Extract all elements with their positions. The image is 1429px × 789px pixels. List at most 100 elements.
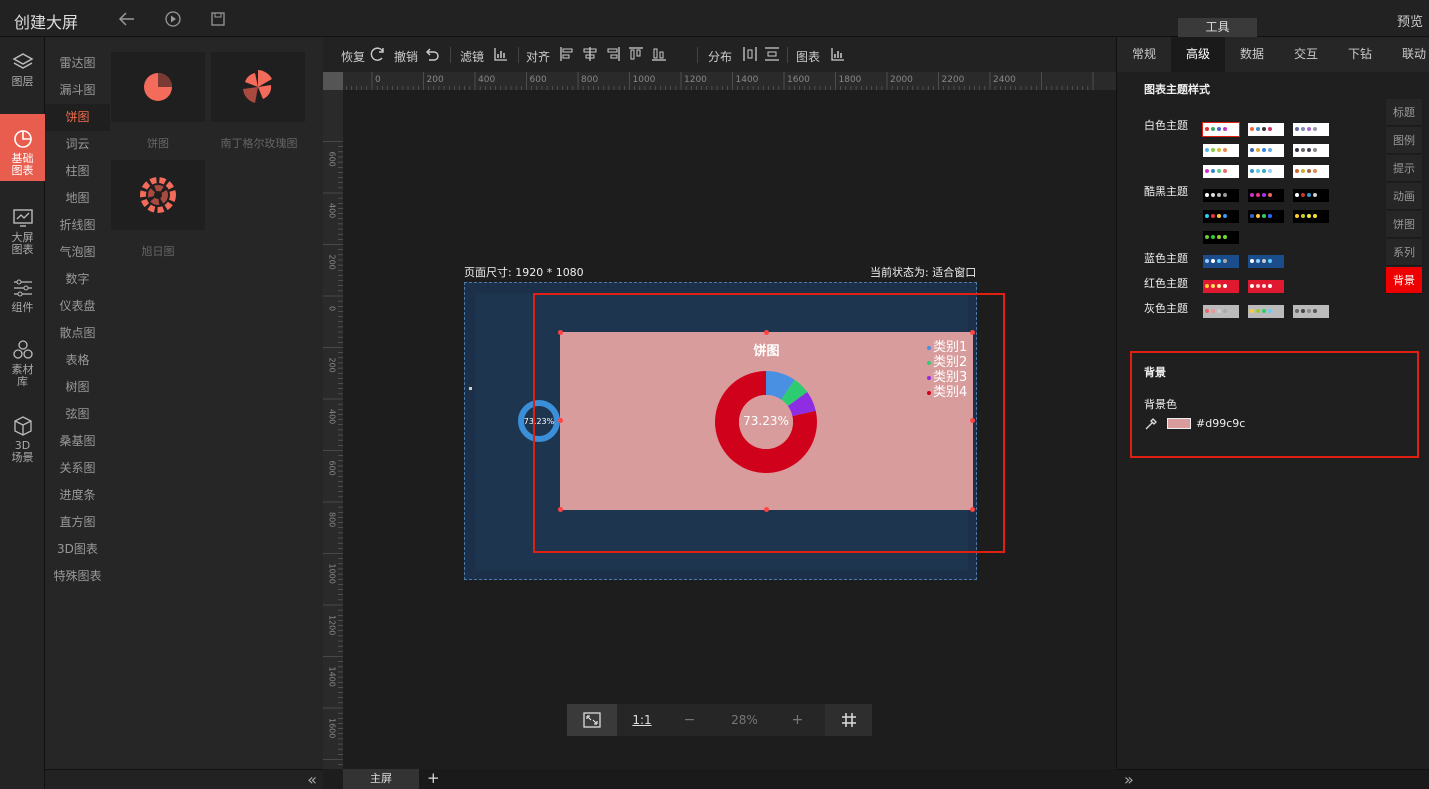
category-item[interactable]: 直方图 [45, 509, 110, 536]
thumb-sunburst[interactable] [111, 160, 205, 230]
category-item[interactable]: 地图 [45, 185, 110, 212]
align-top-icon[interactable] [628, 46, 644, 62]
thumb-pie[interactable] [111, 52, 205, 122]
chart-icon[interactable] [830, 46, 846, 62]
category-item[interactable]: 折线图 [45, 212, 110, 239]
distribute-v-icon[interactable] [764, 46, 780, 62]
theme-swatch[interactable] [1293, 144, 1329, 157]
properties-tab[interactable]: 下钻 [1333, 37, 1387, 72]
ruler-label: 1000 [633, 75, 656, 85]
side-tab[interactable]: 动画 [1386, 183, 1422, 210]
fit-screen-button[interactable] [567, 704, 617, 736]
zoom-in-button[interactable]: + [775, 704, 820, 736]
grid-toggle-button[interactable] [825, 704, 872, 736]
category-item[interactable]: 散点图 [45, 320, 110, 347]
side-tab[interactable]: 提示 [1386, 155, 1422, 182]
iconbar-item-materials[interactable]: 素材库 [0, 333, 45, 393]
one-to-one-button[interactable]: 1:1 [622, 704, 662, 736]
theme-swatch[interactable] [1248, 210, 1284, 223]
collapse-right-icon[interactable]: » [1124, 770, 1134, 789]
back-icon[interactable] [118, 10, 136, 28]
align-right-icon[interactable] [605, 46, 621, 62]
theme-swatch[interactable] [1248, 255, 1284, 268]
side-tab[interactable]: 标题 [1386, 99, 1422, 126]
side-tab[interactable]: 系列 [1386, 239, 1422, 266]
ruler-label: 1400 [736, 75, 759, 85]
align-button[interactable]: 对齐 [526, 48, 550, 65]
chart-button[interactable]: 图表 [796, 48, 820, 65]
save-icon[interactable] [209, 10, 227, 28]
theme-swatch[interactable] [1203, 231, 1239, 244]
iconbar-item-basic-charts[interactable]: 基础图表 [0, 114, 45, 181]
thumb-nightingale[interactable] [211, 52, 305, 122]
play-icon[interactable] [164, 10, 182, 28]
theme-swatch[interactable] [1293, 305, 1329, 318]
category-item[interactable]: 表格 [45, 347, 110, 374]
preview-button[interactable]: 预览 [1397, 11, 1423, 30]
theme-swatch[interactable] [1248, 189, 1284, 202]
theme-swatch[interactable] [1293, 123, 1329, 136]
align-left-icon[interactable] [559, 46, 575, 62]
iconbar-item-layers[interactable]: 图层 [0, 45, 45, 99]
theme-swatch[interactable] [1248, 280, 1284, 293]
properties-tab[interactable]: 数据 [1225, 37, 1279, 72]
category-item[interactable]: 进度条 [45, 482, 110, 509]
category-item[interactable]: 仪表盘 [45, 293, 110, 320]
redo-icon[interactable] [370, 46, 386, 62]
properties-tab[interactable]: 高级 [1171, 37, 1225, 72]
swatch-dot [1295, 309, 1299, 313]
iconbar-item-components[interactable]: 组件 [0, 271, 45, 325]
properties-tab[interactable]: 交互 [1279, 37, 1333, 72]
filter-button[interactable]: 滤镜 [460, 48, 484, 65]
filter-chart-icon[interactable] [493, 46, 509, 62]
theme-swatch[interactable] [1203, 255, 1239, 268]
category-item[interactable]: 桑基图 [45, 428, 110, 455]
theme-swatch[interactable] [1203, 165, 1239, 178]
theme-swatch[interactable] [1202, 122, 1240, 137]
theme-swatch[interactable] [1293, 189, 1329, 202]
theme-swatch[interactable] [1293, 165, 1329, 178]
category-item[interactable]: 词云 [45, 131, 110, 158]
category-item[interactable]: 饼图 [45, 104, 110, 131]
align-bottom-icon[interactable] [651, 46, 667, 62]
theme-swatch[interactable] [1248, 165, 1284, 178]
undo-button[interactable]: 撤销 [394, 48, 418, 65]
category-item[interactable]: 雷达图 [45, 50, 110, 77]
properties-tab[interactable]: 常规 [1117, 37, 1171, 72]
align-center-h-icon[interactable] [582, 46, 598, 62]
iconbar-item-screen-charts[interactable]: 大屏图表 [0, 201, 45, 261]
side-tab[interactable]: 饼图 [1386, 211, 1422, 238]
category-item[interactable]: 关系图 [45, 455, 110, 482]
category-item[interactable]: 漏斗图 [45, 77, 110, 104]
theme-swatch[interactable] [1203, 305, 1239, 318]
theme-swatch[interactable] [1203, 280, 1239, 293]
theme-heading: 图表主题样式 [1144, 83, 1210, 96]
category-item[interactable]: 树图 [45, 374, 110, 401]
category-item[interactable]: 3D图表 [45, 536, 110, 563]
side-tab[interactable]: 图例 [1386, 127, 1422, 154]
theme-swatch[interactable] [1203, 210, 1239, 223]
theme-swatch[interactable] [1203, 144, 1239, 157]
distribute-h-icon[interactable] [742, 46, 758, 62]
side-tab[interactable]: 背景 [1386, 267, 1422, 294]
distribute-button[interactable]: 分布 [708, 48, 732, 65]
theme-swatch[interactable] [1203, 189, 1239, 202]
theme-swatch[interactable] [1248, 123, 1284, 136]
add-screen-button[interactable]: + [427, 769, 440, 787]
category-item[interactable]: 柱图 [45, 158, 110, 185]
undo-icon[interactable] [424, 46, 440, 62]
redo-button[interactable]: 恢复 [341, 48, 365, 65]
tool-tab[interactable]: 工具 [1178, 18, 1257, 37]
screen-tab-main[interactable]: 主屏 [343, 769, 419, 789]
theme-swatch[interactable] [1248, 305, 1284, 318]
properties-tab[interactable]: 联动 [1387, 37, 1429, 72]
category-item[interactable]: 弦图 [45, 401, 110, 428]
collapse-left-icon[interactable]: « [307, 770, 317, 789]
category-item[interactable]: 数字 [45, 266, 110, 293]
zoom-out-button[interactable]: − [667, 704, 712, 736]
category-item[interactable]: 气泡图 [45, 239, 110, 266]
iconbar-item-3d-scene[interactable]: 3D场景 [0, 409, 45, 469]
theme-swatch[interactable] [1248, 144, 1284, 157]
theme-swatch[interactable] [1293, 210, 1329, 223]
category-item[interactable]: 特殊图表 [45, 563, 110, 590]
